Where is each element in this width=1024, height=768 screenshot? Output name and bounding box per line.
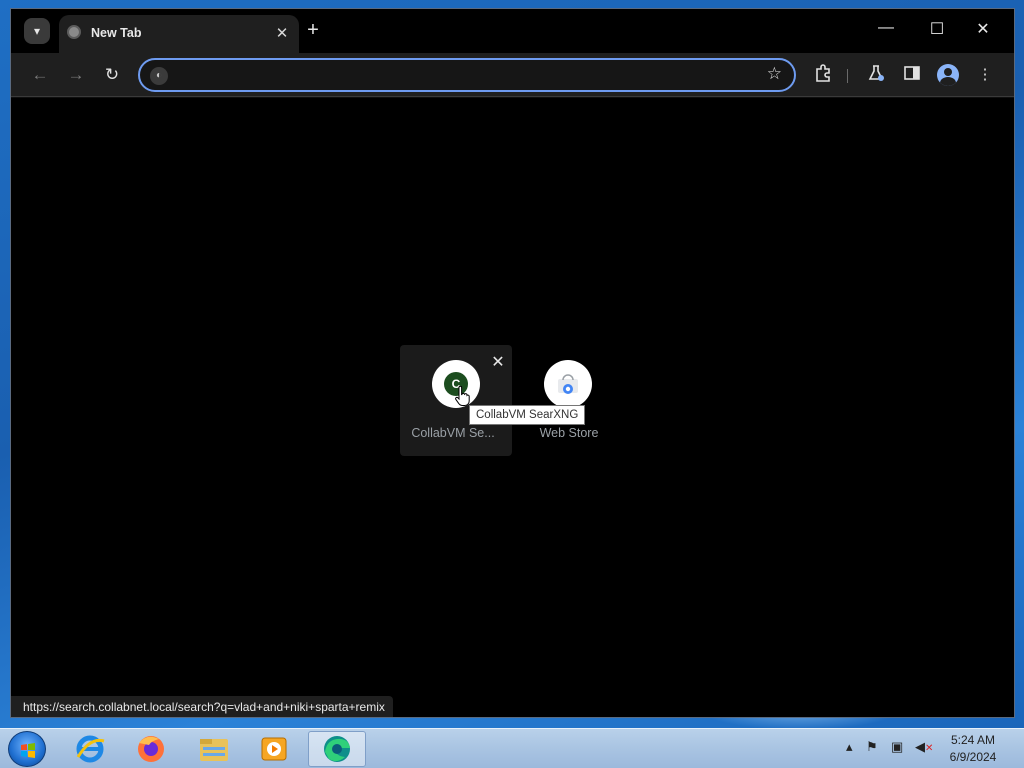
back-arrow-icon[interactable]: ← — [28, 64, 52, 86]
shortcut-tooltip: CollabVM SearXNG — [469, 405, 586, 425]
tab-search-button[interactable]: ▾ — [24, 18, 50, 44]
reload-icon[interactable]: ↻ — [100, 64, 124, 86]
tray-chevron-icon[interactable]: ▴ — [846, 739, 853, 755]
title-bar: ▾ New Tab ✕ + — ☐ ✕ — [11, 9, 1014, 53]
side-panel-icon[interactable] — [901, 64, 923, 86]
ie-icon[interactable] — [64, 731, 116, 767]
flag-icon[interactable]: ⚑ — [866, 739, 878, 755]
shortcut-label-collabvm: CollabVM Se... — [411, 426, 495, 440]
browser-window: ▾ New Tab ✕ + — ☐ ✕ ← → ↻ ◐ ☆ ⋮ ✕ C Coll… — [10, 8, 1015, 718]
bookmark-star-icon[interactable]: ☆ — [767, 64, 782, 84]
tab-title: New Tab — [91, 26, 142, 40]
site-info-icon[interactable]: ◐ — [150, 67, 168, 85]
hand-cursor-icon — [455, 386, 470, 406]
network-icon[interactable]: ▣ — [891, 739, 903, 755]
taskbar: ▴ ⚑ ▣ ◀✕ — [0, 728, 1024, 768]
web-store-icon — [558, 374, 578, 394]
media-player-icon[interactable] — [248, 731, 300, 767]
toolbar: ← → ↻ ◐ ☆ ⋮ — [11, 53, 1014, 97]
windows-flag-icon — [21, 743, 35, 758]
new-tab-button[interactable]: + — [301, 19, 325, 41]
labs-flask-icon[interactable] — [865, 64, 887, 86]
forward-arrow-icon[interactable]: → — [64, 64, 88, 86]
profile-avatar-icon[interactable] — [937, 64, 959, 86]
new-tab-page: ✕ C CollabVM Se... Web Store CollabVM Se… — [11, 98, 1014, 717]
edge-icon[interactable] — [308, 731, 366, 767]
start-orb[interactable] — [8, 731, 46, 767]
status-bar-url: https://search.collabnet.local/search?q=… — [11, 696, 393, 717]
tab-search-icon: ▾ — [33, 24, 41, 38]
extensions-icon[interactable] — [812, 64, 834, 86]
remove-shortcut-icon[interactable]: ✕ — [489, 352, 507, 372]
shortcut-icon-web-store[interactable] — [544, 360, 592, 408]
minimize-button[interactable]: — — [871, 19, 901, 37]
clock-time[interactable]: 5:24 AM — [944, 733, 1002, 747]
shortcut-label-web-store[interactable]: Web Store — [519, 426, 619, 440]
globe-favicon — [67, 25, 81, 39]
tab-new-tab[interactable]: New Tab ✕ — [59, 15, 299, 53]
firefox-icon[interactable] — [125, 731, 177, 767]
clock-date[interactable]: 6/9/2024 — [944, 750, 1002, 764]
address-input[interactable] — [174, 65, 754, 85]
tab-close-icon[interactable]: ✕ — [273, 24, 291, 42]
close-window-button[interactable]: ✕ — [968, 19, 998, 39]
maximize-button[interactable]: ☐ — [922, 19, 952, 39]
explorer-folder-icon[interactable] — [188, 731, 240, 767]
address-bar[interactable]: ◐ ☆ — [138, 58, 796, 92]
volume-mute-icon[interactable]: ◀✕ — [915, 739, 933, 755]
menu-dots-icon[interactable]: ⋮ — [974, 64, 996, 86]
toolbar-divider — [847, 69, 848, 83]
